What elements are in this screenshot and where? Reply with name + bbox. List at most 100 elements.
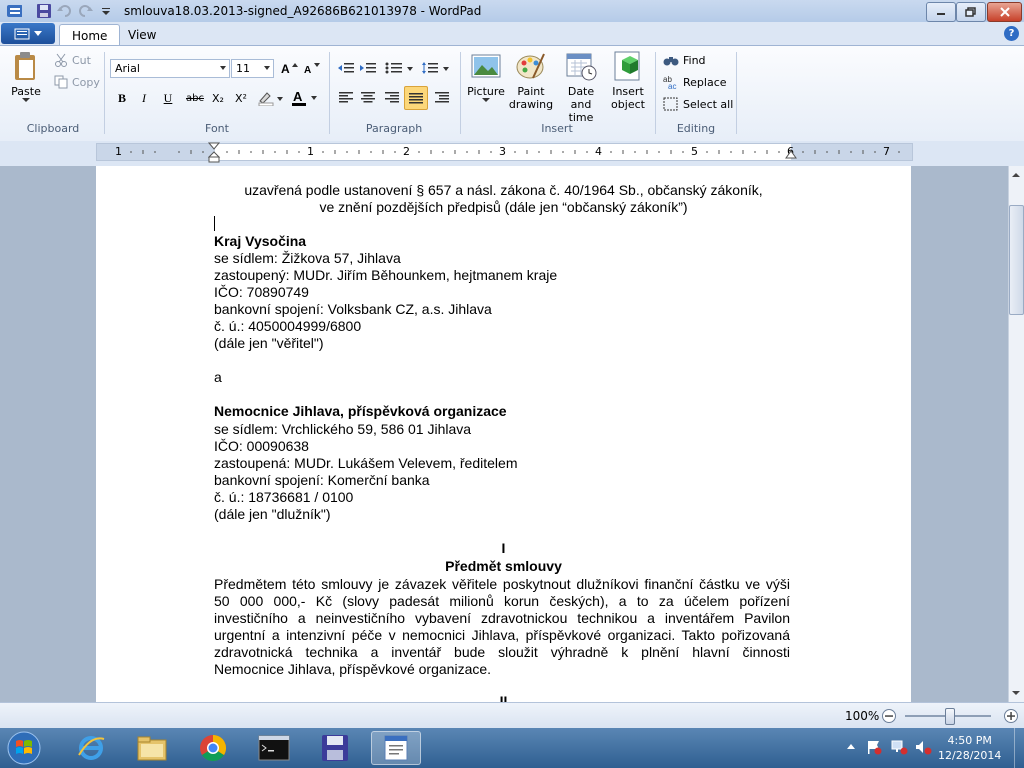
picture-label: Picture — [467, 85, 505, 98]
ruler-number: 5 — [691, 145, 698, 158]
align-right-button[interactable] — [382, 87, 402, 107]
redo-icon[interactable] — [78, 3, 94, 19]
line-spacing-button[interactable] — [420, 58, 452, 78]
wordpad-app-icon[interactable] — [6, 3, 22, 19]
application-menu-button[interactable] — [1, 23, 55, 44]
start-button[interactable] — [4, 730, 44, 766]
font-color-icon: A — [292, 89, 317, 106]
ruler-number: 3 — [499, 145, 506, 158]
align-left-icon — [339, 92, 353, 103]
date-time-button[interactable]: Date and time — [556, 50, 606, 124]
find-button[interactable]: Find — [663, 53, 706, 67]
paint-label-2: drawing — [508, 98, 554, 111]
insert-object-button[interactable]: Insert object — [608, 50, 648, 111]
close-button[interactable] — [987, 2, 1022, 22]
paint-palette-icon — [516, 53, 545, 79]
file-explorer-taskbar-icon[interactable] — [127, 731, 177, 765]
save-disk-taskbar-icon[interactable] — [310, 731, 360, 765]
paint-drawing-button[interactable]: Paint drawing — [508, 50, 554, 111]
bold-button[interactable]: B — [112, 88, 132, 108]
chrome-taskbar-icon[interactable] — [188, 731, 238, 765]
copy-button[interactable]: Copy — [54, 75, 100, 89]
scroll-down-icon[interactable] — [1010, 688, 1022, 698]
party1-name: Kraj Vysočina — [214, 233, 307, 249]
minimize-button[interactable] — [926, 2, 956, 22]
paragraph-settings-icon — [435, 92, 449, 103]
svg-text:ac: ac — [668, 82, 676, 89]
strikethrough-button[interactable]: abc — [182, 88, 208, 108]
font-group-label: Font — [205, 122, 229, 135]
show-desktop-button[interactable] — [1014, 728, 1024, 768]
intro-line: uzavřená podle ustanovení § 657 a násl. … — [244, 182, 763, 198]
undo-icon[interactable] — [56, 3, 72, 19]
section1-paragraph-line: Nemocnice Jihlava, příspěvkové organizac… — [214, 661, 492, 677]
party2-line: (dále jen "dlužník") — [214, 506, 331, 522]
scroll-up-icon[interactable] — [1010, 170, 1022, 180]
party2-line: bankovní spojení: Komerční banka — [214, 472, 430, 488]
justify-button[interactable] — [404, 86, 428, 110]
insert-group-label: Insert — [541, 122, 573, 135]
svg-text:A: A — [281, 62, 290, 75]
replace-button[interactable]: ab ac Replace — [663, 75, 727, 89]
select-all-label: Select all — [683, 97, 734, 111]
zoom-in-icon[interactable] — [1003, 708, 1019, 724]
document-page[interactable]: uzavřená podle ustanovení § 657 a násl. … — [96, 166, 911, 702]
help-icon[interactable]: ? — [1004, 26, 1019, 41]
svg-text:A: A — [293, 89, 303, 104]
party1-line: (dále jen "věřitel") — [214, 335, 324, 351]
shrink-font-button[interactable]: A — [302, 58, 322, 78]
shrink-font-icon: A — [304, 63, 320, 75]
customize-toolbar-icon[interactable] — [98, 3, 114, 19]
party1-line: bankovní spojení: Volksbank CZ, a.s. Jih… — [214, 301, 492, 317]
command-prompt-taskbar-icon[interactable] — [249, 731, 299, 765]
underline-button[interactable]: U — [158, 88, 178, 108]
indent-marker-icon[interactable] — [208, 142, 222, 164]
decrease-indent-icon — [338, 63, 354, 73]
wordpad-taskbar-icon[interactable] — [371, 731, 421, 765]
internet-explorer-taskbar-icon[interactable] — [66, 731, 116, 765]
show-hidden-icons-icon[interactable] — [846, 742, 856, 750]
align-right-icon — [385, 92, 399, 103]
ruler-number: 7 — [883, 145, 890, 158]
superscript-button[interactable]: X² — [231, 88, 251, 108]
text-cursor — [214, 216, 215, 231]
ruler-number: 4 — [595, 145, 602, 158]
grow-font-button[interactable]: A — [280, 58, 300, 78]
select-all-button[interactable]: Select all — [663, 97, 733, 111]
system-clock[interactable]: 4:50 PM 12/28/2014 — [938, 733, 1001, 763]
font-color-button[interactable]: A — [290, 88, 320, 108]
insert-picture-button[interactable]: Picture — [466, 50, 506, 103]
action-center-flag-icon[interactable] — [866, 739, 882, 755]
italic-button[interactable]: I — [134, 88, 154, 108]
section1-paragraph-line: investičního a neinvestičního vybavení z… — [214, 610, 790, 626]
paragraph-dialog-button[interactable] — [432, 87, 452, 107]
highlight-color-button[interactable] — [256, 88, 286, 108]
align-center-button[interactable] — [358, 87, 378, 107]
right-indent-marker-icon[interactable] — [785, 150, 797, 160]
increase-indent-button[interactable] — [358, 58, 378, 78]
picture-icon — [471, 54, 501, 78]
and-separator: a — [214, 369, 222, 385]
bullet-list-icon — [385, 62, 413, 74]
save-icon[interactable] — [36, 3, 52, 19]
zoom-slider-thumb[interactable] — [945, 708, 955, 725]
section1-number: I — [501, 540, 506, 556]
bullet-list-button[interactable] — [384, 58, 416, 78]
decrease-indent-button[interactable] — [336, 58, 356, 78]
font-size-select[interactable]: 11 — [231, 59, 274, 78]
network-icon[interactable] — [890, 739, 908, 755]
scrollbar-thumb[interactable] — [1009, 205, 1024, 315]
party2-line: se sídlem: Vrchlického 59, 586 01 Jihlav… — [214, 421, 472, 437]
paste-button[interactable]: Paste — [8, 50, 44, 103]
chevron-down-icon — [482, 98, 490, 102]
tab-home[interactable]: Home — [59, 24, 121, 46]
volume-muted-icon[interactable] — [914, 739, 932, 755]
ruler-number: 1 — [115, 145, 122, 158]
cut-button[interactable]: Cut — [54, 53, 91, 67]
font-family-select[interactable]: Arial — [110, 59, 230, 78]
tab-view[interactable]: View — [116, 24, 168, 45]
zoom-out-icon[interactable] — [881, 708, 897, 724]
align-left-button[interactable] — [336, 87, 356, 107]
restore-button[interactable] — [956, 2, 986, 22]
subscript-button[interactable]: X₂ — [208, 88, 228, 108]
